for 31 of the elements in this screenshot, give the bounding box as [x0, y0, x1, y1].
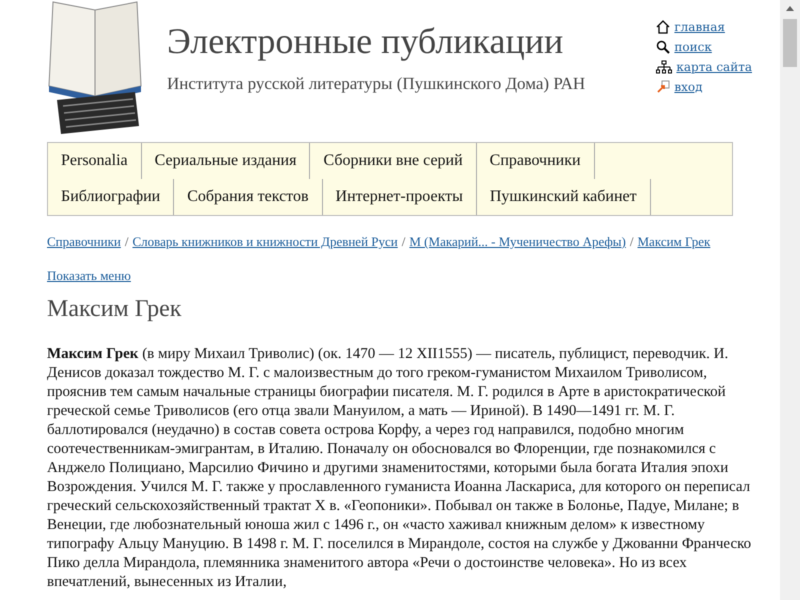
menu-item[interactable]: Справочники [476, 143, 595, 179]
menu-item[interactable]: Сериальные издания [142, 143, 310, 179]
menu-item[interactable]: Personalia [48, 143, 142, 179]
breadcrumb-link[interactable]: Максим Грек [638, 234, 710, 250]
scrollbar[interactable] [780, 0, 800, 600]
sitemap-icon [656, 60, 672, 74]
menu-item[interactable]: Пушкинский кабинет [476, 179, 651, 215]
login-arrow-icon [656, 80, 670, 94]
breadcrumb-separator: / [630, 234, 634, 250]
menu-item[interactable]: Интернет-проекты [322, 179, 477, 215]
site-subtitle: Института русской литературы (Пушкинского Дома) РАН [167, 74, 586, 94]
header-link[interactable]: поиск [674, 40, 712, 54]
header-link[interactable]: карта сайта [676, 60, 752, 74]
menu-item[interactable]: Библиографии [48, 179, 174, 215]
search-icon [656, 40, 670, 54]
site-title: Электронные публикации [167, 20, 564, 62]
breadcrumb-separator: / [124, 234, 128, 250]
scrollbar-thumb[interactable] [783, 19, 797, 67]
header-link[interactable]: главная [674, 20, 725, 34]
scroll-up-arrow-icon[interactable] [786, 6, 794, 11]
show-menu-link[interactable]: Показать меню [47, 268, 131, 284]
breadcrumb-link[interactable]: Справочники [47, 234, 121, 250]
breadcrumb-separator: / [402, 234, 406, 250]
article-paragraph: Максим Грек (в миру Михаил Триволис) (ок. 1470 — 12 XII1555) — писатель, публицист, переводчик. И. Денисов доказал тождество М. Г. с малоизвестным до того греком-гуманистом Михаилом Триволисом, прояснив тем самым начальные страницы биографии писателя. М. Г. родился в Арте в аристократической греческой семье Триволисов (его отца звали Мануилом, а мать — Ириной). В 1490—1491 гг. М. Г. баллотировался (неудачно) в состав совета острова Корфу, а через год направился, подобно многим соотечественникам-эмигрантам, в Италию. Поначалу он обосновался во Флоренции, где познакомился с Анджело Полициано, Марсилио Фичино и другими знаменитостями, которыми была богата Италия эпохи Возрождения. Учился М. Г. также у прославленного гуманиста Иоанна Ласкариса, для которого он переписал греческий сельскохозяйственный трактат X в. «Геопоники». Побывал он также в Болонье, Падуе, Милане; в Венеции, где любознательный юноша жил с 1496 г., он «часто хаживал книжным делом» к известному типографу Альцу Мануцию. В 1498 г. М. Г. поселился в Мирандоле, состоя на службе у Джованни Франческо Пико делла Мирандола, племянника знаменитого автора «Речи о достоинстве человека». Но из всех впечатлений, вынесенных из Италии, [47, 345, 752, 592]
article-heading: Максим Грек [47, 296, 182, 323]
house-icon [656, 20, 670, 34]
breadcrumb-link[interactable]: Словарь книжников и книжности Древней Руси [132, 234, 398, 250]
menu-item[interactable]: Собрания текстов [174, 179, 323, 215]
breadcrumb-link[interactable]: М (Макарий... - Мученичество Арефы) [409, 234, 626, 250]
header-link[interactable]: вход [674, 80, 703, 94]
menu-item[interactable]: Сборники вне серий [310, 143, 477, 179]
